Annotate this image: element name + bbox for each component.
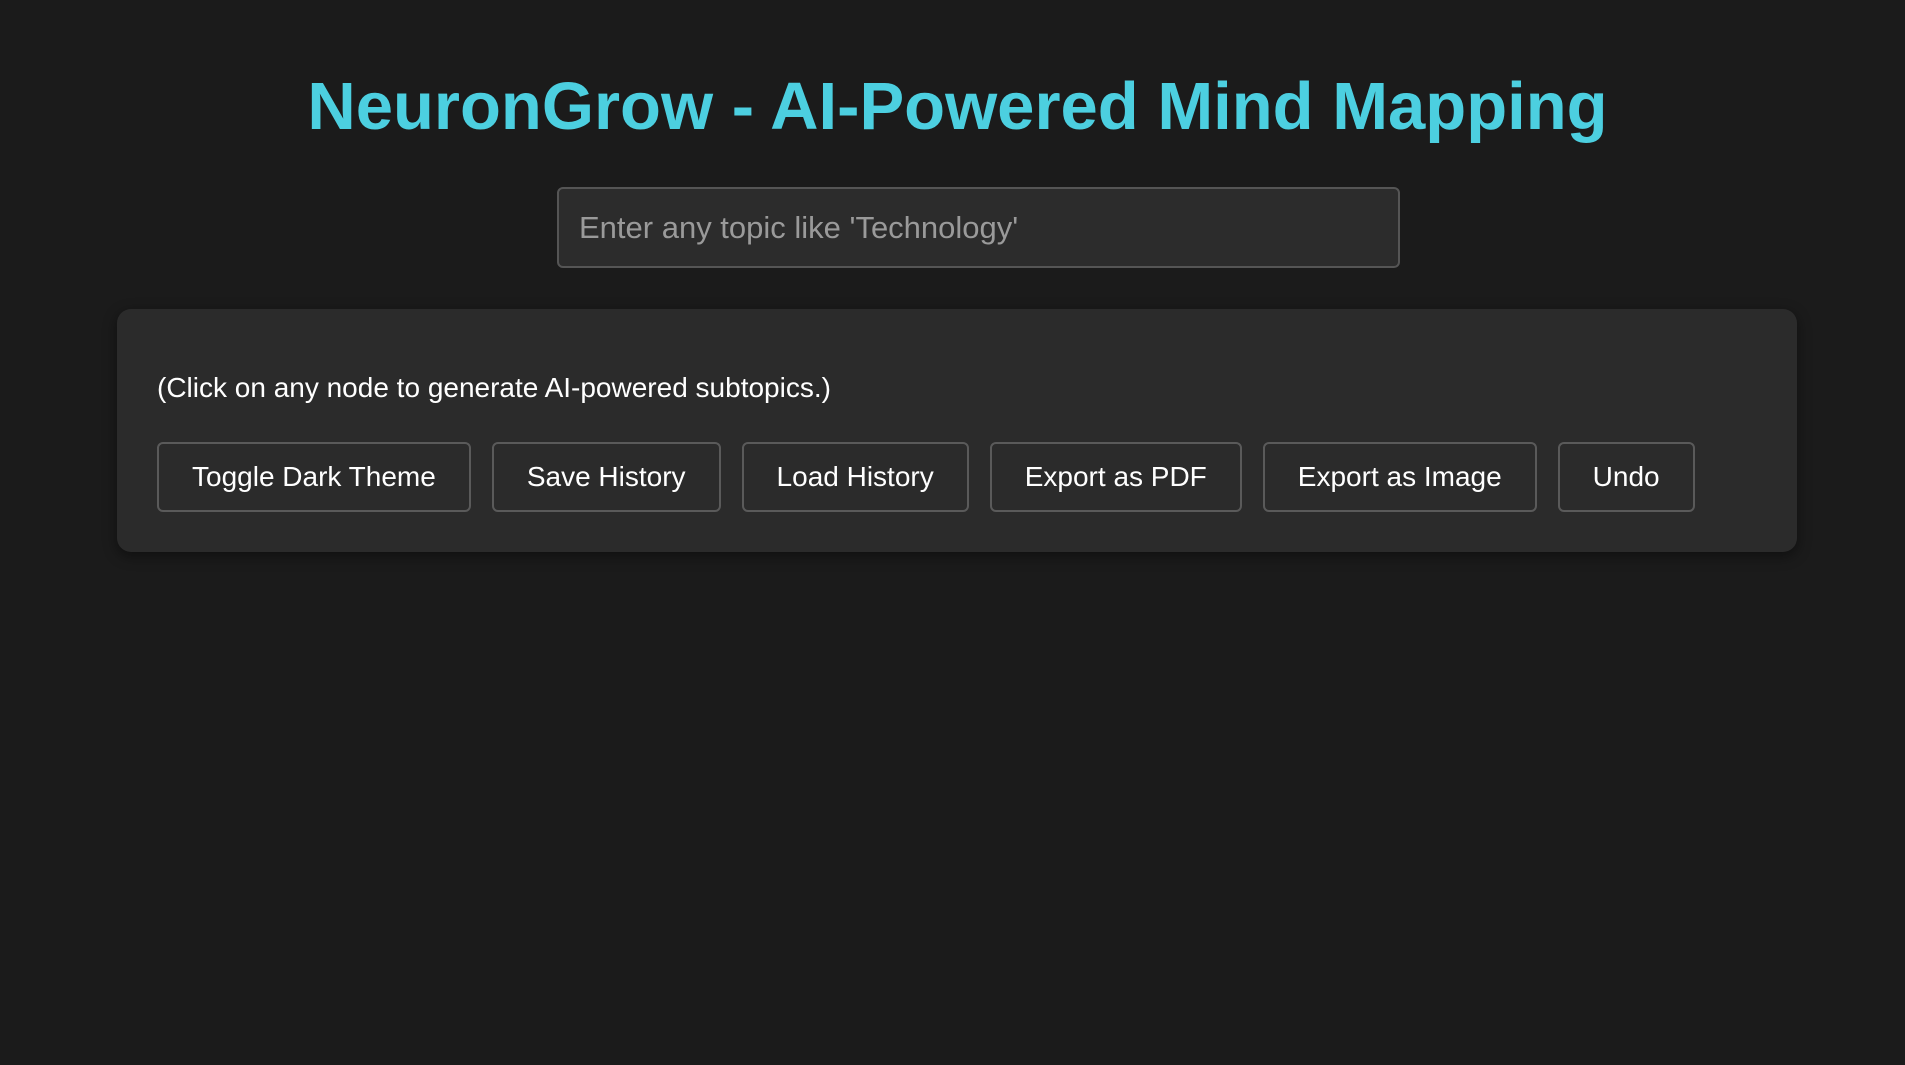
action-button-row: Toggle Dark Theme Save History Load Hist… [157,442,1695,512]
save-history-button[interactable]: Save History [491,442,721,512]
controls-panel: (Click on any node to generate AI-powere… [117,309,1797,552]
export-image-button[interactable]: Export as Image [1262,442,1537,512]
export-pdf-button[interactable]: Export as PDF [989,442,1242,512]
hint-text: (Click on any node to generate AI-powere… [157,372,831,403]
load-history-button[interactable]: Load History [741,442,969,512]
undo-button[interactable]: Undo [1557,442,1695,512]
topic-search-input[interactable] [557,187,1400,268]
page-title: NeuronGrow - AI-Powered Mind Mapping [307,69,1608,144]
toggle-dark-theme-button[interactable]: Toggle Dark Theme [157,442,471,512]
